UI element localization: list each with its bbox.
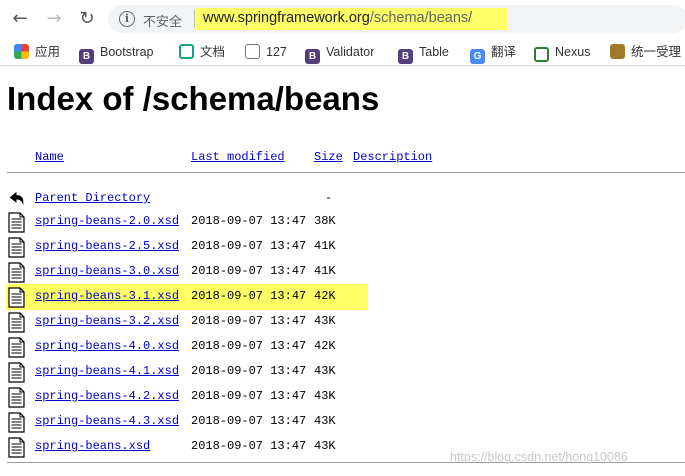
reload-icon[interactable]: ↻ bbox=[76, 8, 98, 30]
url-path: /schema/beans/ bbox=[369, 10, 473, 26]
bookmark-label: Table bbox=[419, 45, 449, 59]
bookmark-unified[interactable]: 统一受理 bbox=[610, 42, 681, 62]
url-text[interactable]: www.springframework.org/schema/beans/ bbox=[203, 10, 472, 26]
file-row: spring-beans-4.3.xsd 2018-09-07 13:47 43K bbox=[0, 409, 685, 434]
forward-arrow-icon[interactable]: → bbox=[43, 8, 65, 30]
file-size: 43K bbox=[314, 414, 336, 428]
bookmark-translate[interactable]: G 翻译 bbox=[470, 42, 517, 64]
file-row: spring-beans-3.0.xsd 2018-09-07 13:47 41K bbox=[0, 259, 685, 284]
file-modified: 2018-09-07 13:47 bbox=[191, 339, 307, 353]
file-link[interactable]: spring-beans-4.0.xsd bbox=[35, 339, 179, 353]
file-row: spring-beans-2.0.xsd 2018-09-07 13:47 38K bbox=[0, 209, 685, 234]
parent-directory-row: Parent Directory - bbox=[0, 185, 685, 210]
file-size: 43K bbox=[314, 314, 336, 328]
file-modified: 2018-09-07 13:47 bbox=[191, 214, 307, 228]
browser-toolbar: ← → ↻ i 不安全 www.springframework.org/sche… bbox=[0, 0, 685, 38]
bookmark-bootstrap[interactable]: B Bootstrap bbox=[79, 42, 154, 64]
bootstrap-icon: B bbox=[79, 49, 94, 64]
file-row: spring-beans-4.1.xsd 2018-09-07 13:47 43K bbox=[0, 359, 685, 384]
text-file-icon bbox=[8, 437, 25, 458]
file-link[interactable]: spring-beans-4.2.xsd bbox=[35, 389, 179, 403]
text-file-icon bbox=[8, 362, 25, 383]
address-bar[interactable]: i 不安全 www.springframework.org/schema/bea… bbox=[108, 5, 685, 33]
bookmark-label: 文档 bbox=[200, 45, 226, 59]
file-size: 42K bbox=[314, 339, 336, 353]
bootstrap-icon: B bbox=[305, 49, 320, 64]
doc-icon bbox=[179, 44, 194, 59]
file-row: spring-beans-4.2.xsd 2018-09-07 13:47 43K bbox=[0, 384, 685, 409]
file-link[interactable]: spring-beans-3.0.xsd bbox=[35, 264, 179, 278]
bookmark-label: Validator bbox=[326, 45, 375, 59]
file-row: spring-beans-2.5.xsd 2018-09-07 13:47 41K bbox=[0, 234, 685, 259]
file-link[interactable]: spring-beans.xsd bbox=[35, 439, 150, 453]
text-file-icon bbox=[8, 337, 25, 358]
bootstrap-icon: B bbox=[398, 49, 413, 64]
file-link[interactable]: spring-beans-2.5.xsd bbox=[35, 239, 179, 253]
url-host: www.springframework.org bbox=[203, 10, 370, 26]
bookmark-label: 127 bbox=[266, 45, 287, 59]
bookmark-label: 翻译 bbox=[491, 45, 517, 59]
apps-grid-icon bbox=[14, 44, 29, 59]
bookmark-label: 应用 bbox=[35, 45, 61, 59]
bookmark-127[interactable]: 127 bbox=[245, 42, 287, 62]
bookmark-label: Bootstrap bbox=[100, 45, 154, 59]
file-size: 38K bbox=[314, 214, 336, 228]
file-size: 42K bbox=[314, 289, 336, 303]
back-arrow-icon bbox=[9, 191, 24, 206]
file-link[interactable]: spring-beans-3.2.xsd bbox=[35, 314, 179, 328]
watermark: https://blog.csdn.net/hong10086 bbox=[450, 450, 628, 464]
text-file-icon bbox=[8, 312, 25, 333]
file-link[interactable]: spring-beans-3.1.xsd bbox=[35, 289, 179, 303]
nexus-icon: N bbox=[534, 47, 549, 62]
divider bbox=[7, 172, 685, 173]
file-modified: 2018-09-07 13:47 bbox=[191, 414, 307, 428]
page-icon bbox=[245, 44, 260, 59]
file-size: 41K bbox=[314, 264, 336, 278]
file-size: 43K bbox=[314, 389, 336, 403]
back-arrow-icon[interactable]: ← bbox=[9, 8, 31, 30]
file-row: spring-beans-3.2.xsd 2018-09-07 13:47 43K bbox=[0, 309, 685, 334]
file-modified: 2018-09-07 13:47 bbox=[191, 389, 307, 403]
bookmark-docs[interactable]: 文档 bbox=[179, 42, 225, 62]
translate-icon: G bbox=[470, 49, 485, 64]
bookmark-label: Nexus bbox=[555, 45, 591, 59]
file-modified: 2018-09-07 13:47 bbox=[191, 264, 307, 278]
file-size: 43K bbox=[314, 364, 336, 378]
bookmark-apps[interactable]: 应用 bbox=[14, 42, 60, 62]
column-name-header[interactable]: Name bbox=[35, 150, 64, 164]
bookmark-validator[interactable]: B Validator bbox=[305, 42, 375, 64]
file-link[interactable]: spring-beans-4.1.xsd bbox=[35, 364, 179, 378]
file-row: spring-beans-4.0.xsd 2018-09-07 13:47 42K bbox=[0, 334, 685, 359]
parent-directory-link[interactable]: Parent Directory bbox=[35, 191, 150, 205]
parent-size: - bbox=[325, 191, 333, 205]
column-description-header[interactable]: Description bbox=[353, 150, 432, 164]
bookmark-nexus[interactable]: N Nexus bbox=[534, 42, 590, 62]
text-file-icon bbox=[8, 387, 25, 408]
file-row: spring-beans-3.1.xsd 2018-09-07 13:47 42K bbox=[0, 284, 685, 310]
text-file-icon bbox=[8, 212, 25, 233]
file-link[interactable]: spring-beans-4.3.xsd bbox=[35, 414, 179, 428]
security-label[interactable]: 不安全 bbox=[143, 11, 182, 30]
file-modified: 2018-09-07 13:47 bbox=[191, 364, 307, 378]
text-file-icon bbox=[8, 237, 25, 258]
bookmarks-bar: 应用 B Bootstrap 文档 127 B Validator B Table G… bbox=[0, 38, 685, 66]
bookmark-label: 统一受理 bbox=[631, 45, 682, 59]
info-icon[interactable]: i bbox=[119, 11, 135, 27]
file-modified: 2018-09-07 13:47 bbox=[191, 439, 307, 453]
file-link[interactable]: spring-beans-2.0.xsd bbox=[35, 214, 179, 228]
text-file-icon bbox=[8, 262, 25, 283]
file-modified: 2018-09-07 13:47 bbox=[191, 314, 307, 328]
bookmark-table[interactable]: B Table bbox=[398, 42, 449, 64]
page-title: Index of /schema/beans bbox=[7, 80, 380, 117]
file-modified: 2018-09-07 13:47 bbox=[191, 289, 307, 303]
file-size: 43K bbox=[314, 439, 336, 453]
text-file-icon bbox=[8, 287, 25, 308]
file-size: 41K bbox=[314, 239, 336, 253]
column-modified-header[interactable]: Last modified bbox=[191, 150, 285, 164]
text-file-icon bbox=[8, 412, 25, 433]
folder-icon bbox=[610, 44, 625, 59]
column-size-header[interactable]: Size bbox=[314, 150, 343, 164]
file-modified: 2018-09-07 13:47 bbox=[191, 239, 307, 253]
